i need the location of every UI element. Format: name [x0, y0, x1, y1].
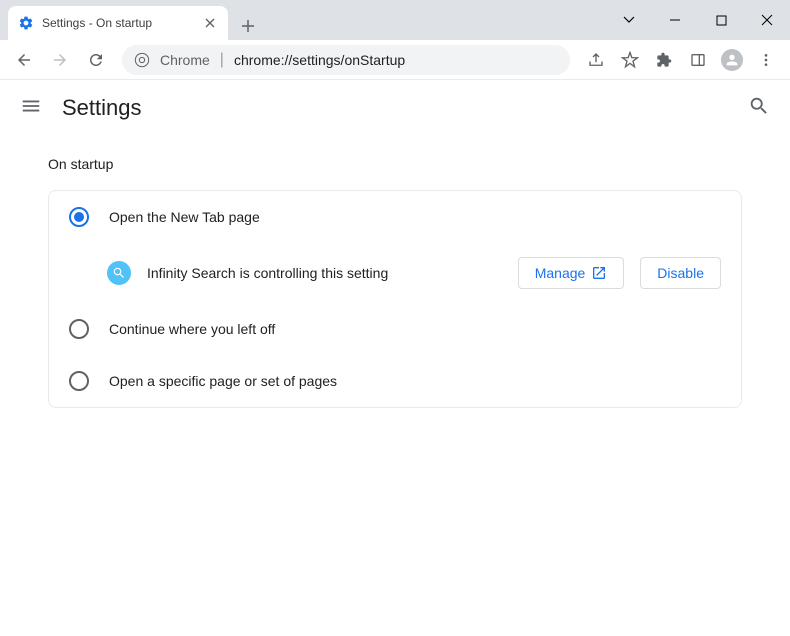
title-bar: Settings - On startup [0, 0, 790, 40]
maximize-button[interactable] [698, 0, 744, 40]
window-controls [606, 0, 790, 40]
gear-icon [18, 15, 34, 31]
more-menu-icon[interactable] [750, 44, 782, 76]
extension-message: Infinity Search is controlling this sett… [147, 265, 502, 281]
search-icon[interactable] [748, 95, 770, 122]
back-button[interactable] [8, 44, 40, 76]
new-tab-button[interactable] [234, 12, 262, 40]
minimize-button[interactable] [652, 0, 698, 40]
close-tab-icon[interactable] [202, 15, 218, 31]
option-specific[interactable]: Open a specific page or set of pages [49, 355, 741, 407]
reload-button[interactable] [80, 44, 112, 76]
browser-toolbar: Chrome | chrome://settings/onStartup [0, 40, 790, 80]
manage-button[interactable]: Manage [518, 257, 625, 289]
address-bar[interactable]: Chrome | chrome://settings/onStartup [122, 45, 570, 75]
option-continue[interactable]: Continue where you left off [49, 303, 741, 355]
disable-button[interactable]: Disable [640, 257, 721, 289]
settings-content: On startup Open the New Tab page Infinit… [0, 136, 790, 428]
section-label: On startup [48, 156, 742, 172]
close-window-button[interactable] [744, 0, 790, 40]
settings-header: Settings [0, 80, 790, 136]
side-panel-icon[interactable] [682, 44, 714, 76]
tab-title: Settings - On startup [42, 16, 194, 30]
share-icon[interactable] [580, 44, 612, 76]
menu-icon[interactable] [20, 95, 42, 122]
radio-continue[interactable] [69, 319, 89, 339]
option-label: Continue where you left off [109, 321, 275, 337]
radio-specific[interactable] [69, 371, 89, 391]
disable-label: Disable [657, 265, 704, 281]
bookmark-icon[interactable] [614, 44, 646, 76]
manage-label: Manage [535, 265, 586, 281]
browser-tab[interactable]: Settings - On startup [8, 6, 228, 40]
extensions-icon[interactable] [648, 44, 680, 76]
radio-new-tab[interactable] [69, 207, 89, 227]
chrome-icon [134, 52, 150, 68]
profile-avatar[interactable] [716, 44, 748, 76]
startup-card: Open the New Tab page Infinity Search is… [48, 190, 742, 408]
dropdown-icon[interactable] [606, 0, 652, 40]
option-new-tab[interactable]: Open the New Tab page [49, 191, 741, 243]
omnibox-host: Chrome [160, 52, 210, 68]
omnibox-path: chrome://settings/onStartup [234, 52, 405, 68]
external-link-icon [591, 265, 607, 281]
option-label: Open the New Tab page [109, 209, 260, 225]
extension-notice: Infinity Search is controlling this sett… [49, 243, 741, 303]
page-title: Settings [62, 95, 142, 121]
extension-app-icon [107, 261, 131, 285]
forward-button[interactable] [44, 44, 76, 76]
option-label: Open a specific page or set of pages [109, 373, 337, 389]
omnibox-divider: | [220, 51, 224, 69]
